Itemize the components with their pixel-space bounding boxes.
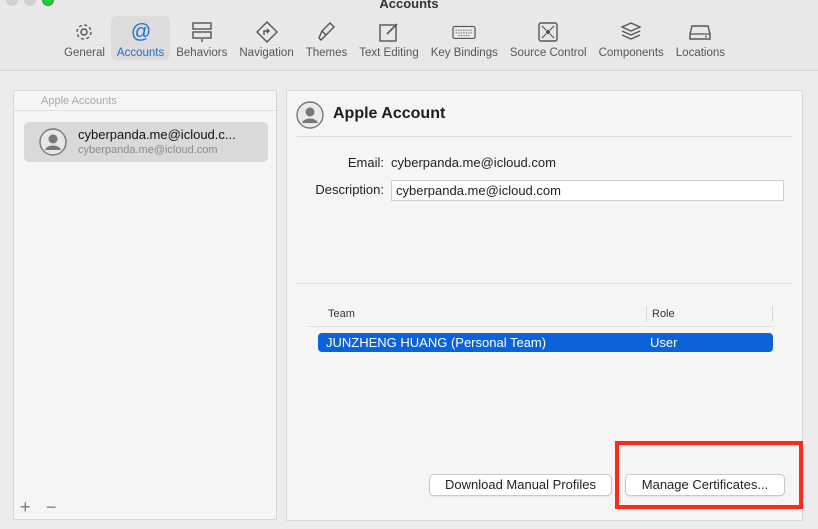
svg-text:@: @ (130, 21, 150, 43)
tab-label: Text Editing (359, 47, 419, 59)
tab-label: Accounts (116, 47, 165, 59)
tab-label: Behaviors (176, 47, 228, 59)
person-avatar-icon (296, 101, 324, 129)
download-manual-profiles-button[interactable]: Download Manual Profiles (429, 474, 612, 496)
divider (297, 283, 792, 284)
manage-certificates-button[interactable]: Manage Certificates... (625, 474, 785, 496)
tab-label: Locations (675, 47, 726, 59)
accounts-header-label: Apple Accounts (41, 95, 117, 107)
column-separator (646, 306, 647, 322)
behaviors-icon (190, 20, 214, 44)
tab-accounts[interactable]: @ Accounts (110, 16, 171, 60)
preferences-toolbar: General @ Accounts Behaviors Navigation … (58, 16, 731, 64)
detail-title: Apple Account (333, 105, 446, 122)
gear-icon (72, 20, 96, 44)
tab-components[interactable]: Components (593, 16, 670, 60)
account-list-item[interactable]: cyberpanda.me@icloud.c... cyberpanda.me@… (24, 122, 268, 162)
column-separator (772, 306, 773, 322)
teams-table-header: Team Role (308, 304, 773, 327)
tab-key-bindings[interactable]: Key Bindings (425, 16, 504, 60)
divider (297, 136, 792, 137)
tab-general[interactable]: General (58, 16, 111, 60)
source-control-icon (536, 20, 560, 44)
account-subtitle: cyberpanda.me@icloud.com (78, 144, 218, 156)
tab-label: Themes (305, 47, 348, 59)
tab-text-editing[interactable]: Text Editing (353, 16, 424, 60)
drive-icon (688, 20, 712, 44)
stack-icon (619, 20, 643, 44)
window-title: Accounts (379, 0, 439, 11)
column-header-team[interactable]: Team (328, 308, 355, 320)
team-name-cell: JUNZHENG HUANG (Personal Team) (326, 335, 547, 350)
tab-behaviors[interactable]: Behaviors (170, 16, 233, 60)
description-label: Description: (315, 182, 384, 197)
tab-navigation[interactable]: Navigation (233, 16, 299, 60)
accounts-list-header: Apple Accounts (14, 91, 276, 111)
tab-label: Components (598, 47, 664, 59)
tab-label: Navigation (239, 47, 294, 59)
role-cell: User (650, 335, 678, 350)
paintbrush-icon (314, 20, 338, 44)
accounts-sidebar: Apple Accounts cyberpanda.me@icloud.c...… (13, 90, 277, 520)
remove-account-button[interactable]: − (46, 498, 57, 516)
email-value: cyberpanda.me@icloud.com (391, 155, 556, 170)
column-header-role[interactable]: Role (652, 308, 675, 320)
tab-label: General (64, 47, 105, 59)
description-field[interactable] (391, 180, 784, 201)
table-row[interactable]: JUNZHENG HUANG (Personal Team) User (318, 333, 773, 352)
account-detail-panel: Apple Account Email: cyberpanda.me@iclou… (286, 90, 803, 521)
keyboard-icon (452, 20, 476, 44)
navigation-icon (255, 20, 279, 44)
pencil-square-icon (377, 20, 401, 44)
tab-locations[interactable]: Locations (670, 16, 731, 60)
account-name: cyberpanda.me@icloud.c... (78, 127, 236, 142)
window-toolbar: Accounts General @ Accounts Behaviors Na… (0, 0, 818, 71)
tab-label: Source Control (509, 47, 587, 59)
tab-themes[interactable]: Themes (300, 16, 354, 60)
tab-source-control[interactable]: Source Control (504, 16, 593, 60)
person-avatar-icon (39, 128, 67, 156)
add-account-button[interactable]: + (20, 498, 31, 516)
at-sign-icon: @ (129, 20, 153, 44)
tab-label: Key Bindings (430, 47, 498, 59)
email-label: Email: (347, 155, 384, 170)
